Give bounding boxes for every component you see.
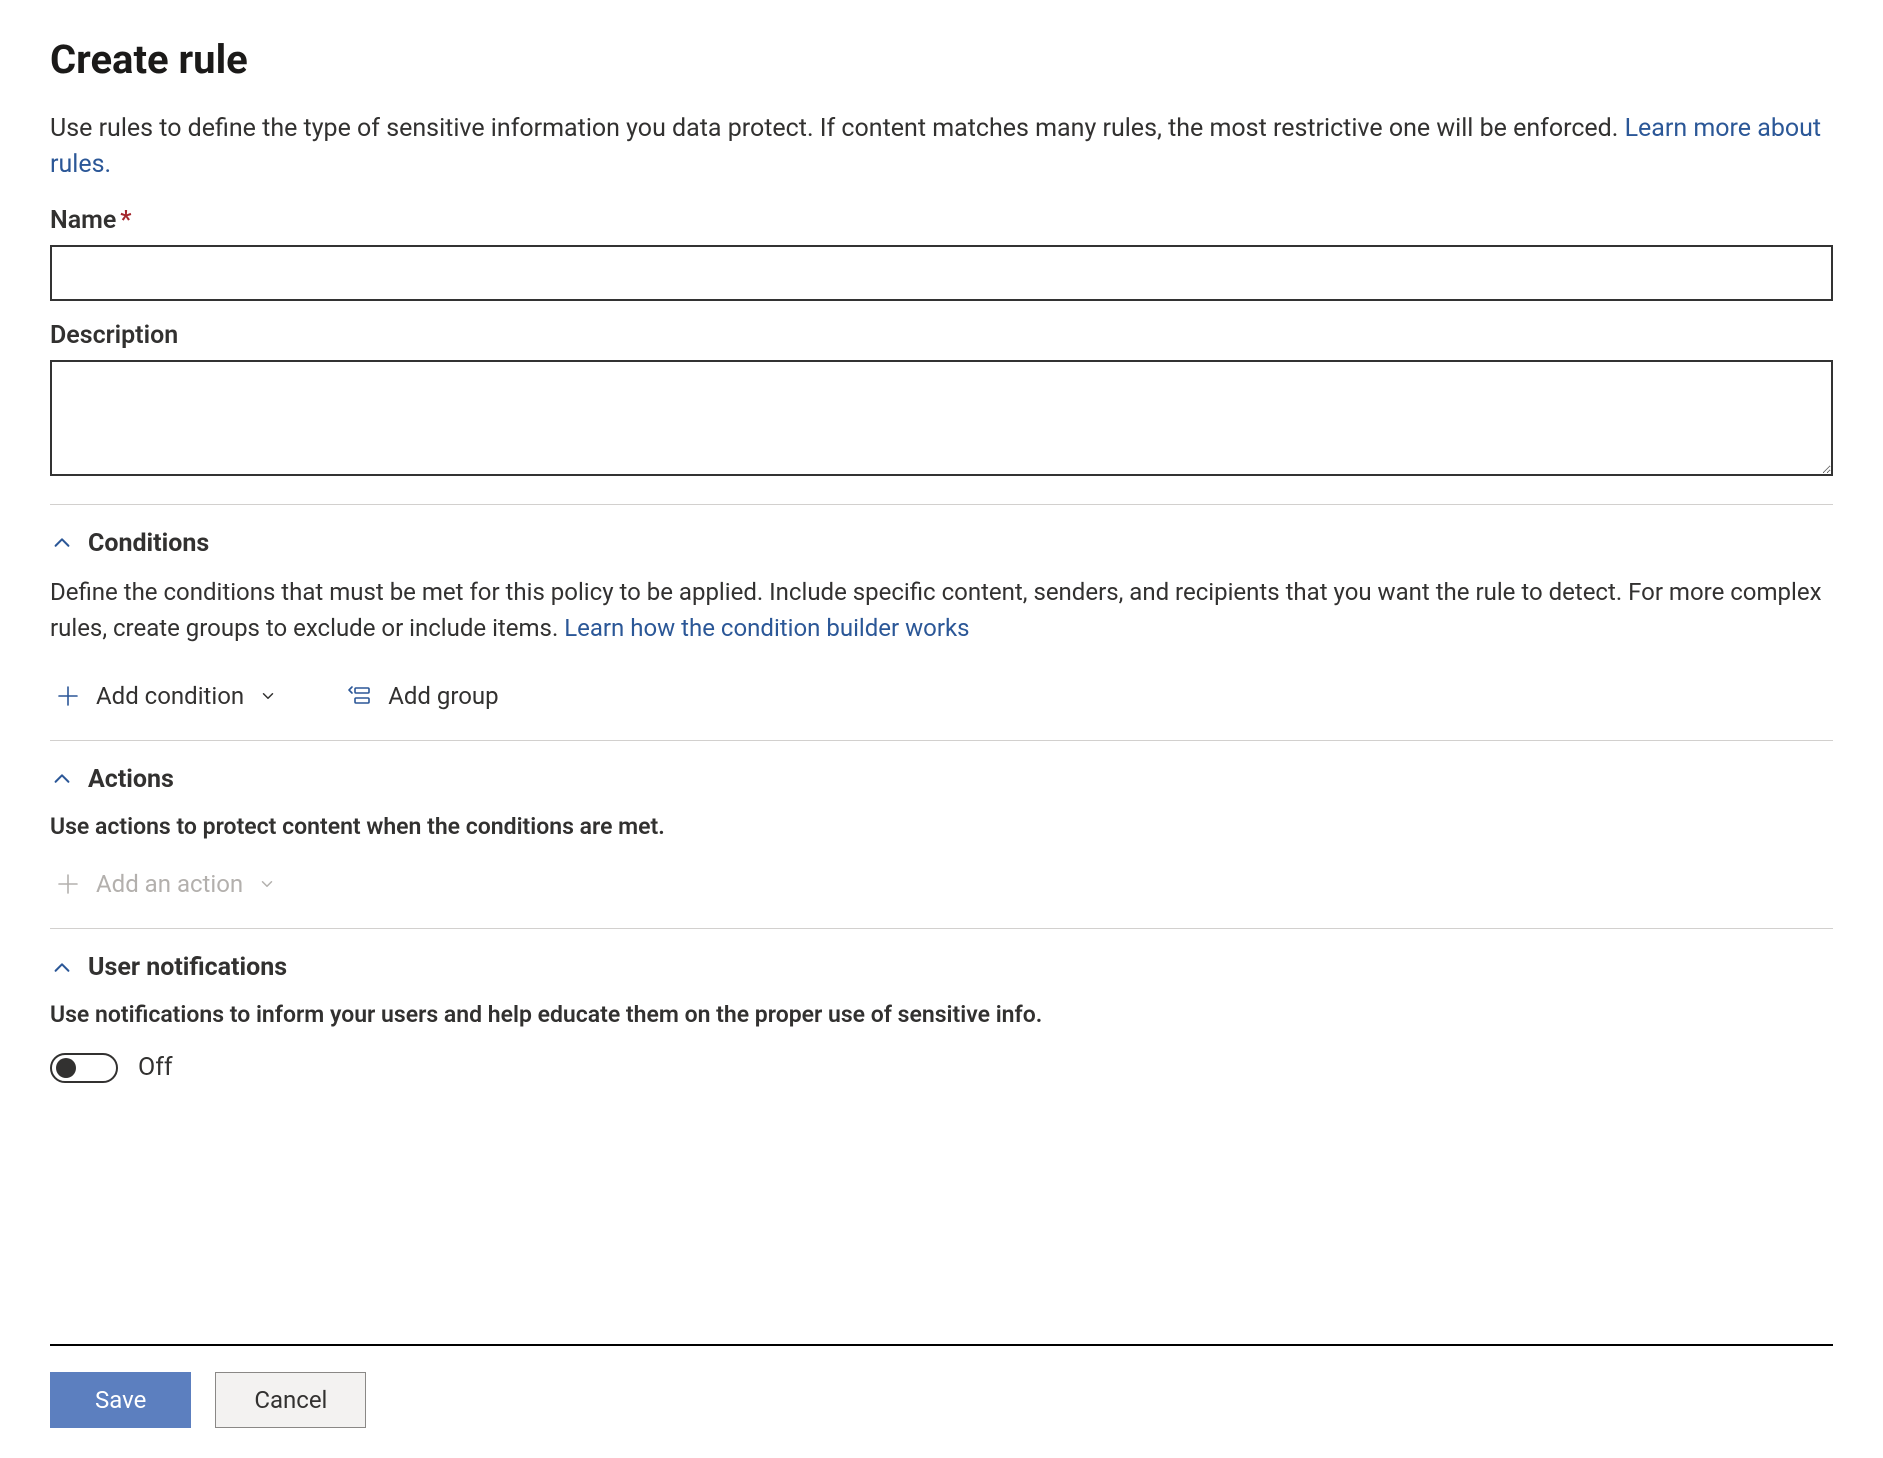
- divider: [50, 740, 1833, 741]
- conditions-title: Conditions: [88, 529, 209, 558]
- description-field-block: Description: [50, 321, 1833, 480]
- plus-icon: [54, 682, 82, 710]
- conditions-commands: Add condition Add group: [50, 676, 1833, 716]
- actions-commands: Add an action: [50, 864, 1833, 904]
- description-input[interactable]: [50, 360, 1833, 476]
- save-button[interactable]: Save: [50, 1372, 191, 1428]
- group-icon: [346, 682, 374, 710]
- add-group-label: Add group: [388, 682, 498, 710]
- divider: [50, 504, 1833, 505]
- cancel-button[interactable]: Cancel: [215, 1372, 366, 1428]
- user-notifications-section-toggle[interactable]: User notifications: [50, 953, 1833, 982]
- name-label: Name*: [50, 206, 1833, 235]
- user-notifications-toggle-row: Off: [50, 1053, 1833, 1083]
- chevron-down-icon: [258, 686, 278, 706]
- conditions-body: Define the conditions that must be met f…: [50, 574, 1833, 646]
- user-notifications-title: User notifications: [88, 953, 287, 982]
- add-action-label: Add an action: [96, 870, 243, 898]
- actions-title: Actions: [88, 765, 174, 794]
- actions-body: Use actions to protect content when the …: [50, 810, 1833, 845]
- name-label-text: Name: [50, 206, 116, 235]
- user-notifications-toggle[interactable]: [50, 1053, 118, 1083]
- page-title: Create rule: [50, 36, 1833, 83]
- intro-text-body: Use rules to define the type of sensitiv…: [50, 114, 1625, 143]
- description-label: Description: [50, 321, 1833, 350]
- toggle-knob: [56, 1058, 76, 1078]
- chevron-down-icon: [257, 874, 277, 894]
- plus-icon: [54, 870, 82, 898]
- actions-section-toggle[interactable]: Actions: [50, 765, 1833, 794]
- user-notifications-body: Use notifications to inform your users a…: [50, 998, 1833, 1033]
- name-field-block: Name*: [50, 206, 1833, 301]
- conditions-section-toggle[interactable]: Conditions: [50, 529, 1833, 558]
- divider: [50, 928, 1833, 929]
- add-group-button[interactable]: Add group: [342, 676, 502, 716]
- add-action-button[interactable]: Add an action: [50, 864, 281, 904]
- chevron-up-icon: [50, 767, 74, 791]
- chevron-up-icon: [50, 956, 74, 980]
- user-notifications-toggle-label: Off: [138, 1053, 173, 1082]
- condition-builder-link[interactable]: Learn how the condition builder works: [564, 614, 969, 642]
- add-condition-label: Add condition: [96, 682, 244, 710]
- required-asterisk: *: [120, 206, 131, 235]
- add-condition-button[interactable]: Add condition: [50, 676, 282, 716]
- footer-bar: Save Cancel: [50, 1344, 1833, 1458]
- name-input[interactable]: [50, 245, 1833, 301]
- chevron-up-icon: [50, 531, 74, 555]
- intro-text: Use rules to define the type of sensitiv…: [50, 111, 1833, 184]
